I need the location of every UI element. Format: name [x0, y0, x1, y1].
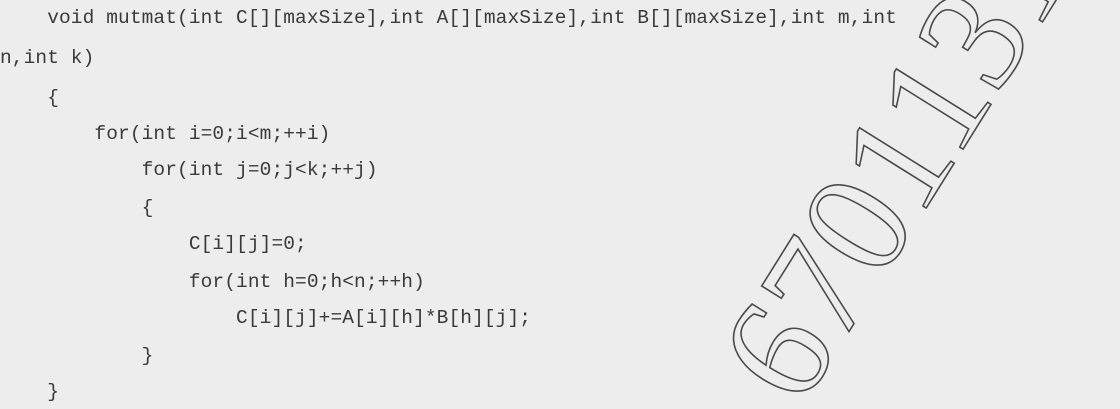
code-line-9: C[i][j]+=A[i][h]*B[h][j];	[0, 307, 532, 329]
code-line-5: for(int j=0;j<k;++j)	[0, 159, 378, 181]
code-line-6: {	[0, 197, 154, 219]
code-line-8: for(int h=0;h<n;++h)	[0, 271, 425, 293]
code-line-7: C[i][j]=0;	[0, 233, 307, 255]
code-line-4: for(int i=0;i<m;++i)	[0, 123, 331, 145]
code-line-3: {	[0, 87, 60, 109]
code-panel: void mutmat(int C[][maxSize],int A[][max…	[0, 0, 1120, 409]
watermark: 670113198	[686, 0, 1120, 409]
code-line-1: void mutmat(int C[][maxSize],int A[][max…	[0, 7, 897, 29]
code-line-2: n,int k)	[0, 47, 95, 69]
code-line-11: }	[0, 381, 60, 403]
code-line-10: }	[0, 345, 154, 367]
watermark-text: 670113198	[687, 0, 1120, 409]
